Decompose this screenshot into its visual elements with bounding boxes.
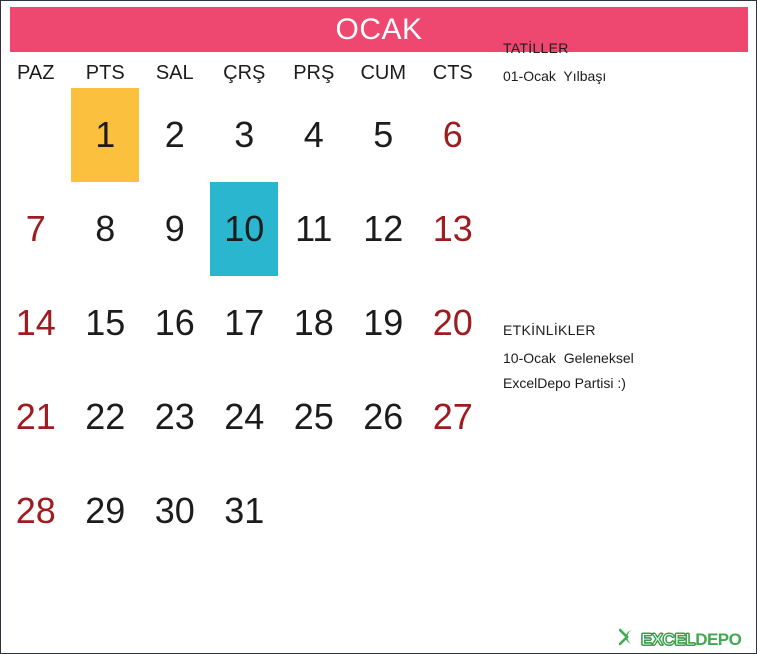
day-number: 21 [15, 396, 56, 437]
month-header-bar: OCAK [10, 7, 748, 52]
dow-sal: SAL [155, 61, 194, 84]
day-number: 19 [363, 302, 404, 343]
day-cell[interactable]: 12 [349, 182, 419, 276]
day-number: 5 [373, 114, 394, 155]
holidays-note-title: TATİLLER [503, 40, 569, 56]
day-number: 10 [224, 208, 265, 249]
holidays-note-line: 01-Ocak Yılbaşı [503, 68, 607, 85]
day-cell[interactable]: 16 [140, 276, 210, 370]
chevron-mark-icon [618, 628, 639, 651]
dow-prs: PRŞ [293, 61, 335, 84]
day-number: 14 [15, 302, 56, 343]
day-cell[interactable]: 31 [210, 464, 280, 558]
brand-logo: EXCEL DEPO [618, 628, 742, 651]
day-cell[interactable]: 21 [1, 370, 71, 464]
day-number: 1 [95, 114, 116, 155]
day-number: 6 [442, 114, 463, 155]
day-number: 29 [85, 490, 126, 531]
day-cell[interactable]: 3 [210, 88, 280, 182]
day-cell[interactable]: 24 [210, 370, 280, 464]
day-number: 30 [154, 490, 195, 531]
day-cell [1, 88, 71, 182]
day-number: 2 [164, 114, 185, 155]
day-cell[interactable]: 20 [418, 276, 488, 370]
day-cell[interactable]: 29 [71, 464, 141, 558]
day-cell[interactable]: 26 [349, 370, 419, 464]
day-number: 3 [234, 114, 255, 155]
day-cell[interactable]: 14 [1, 276, 71, 370]
calendar-week-row: 28 29 30 31 [1, 464, 488, 558]
day-number: 8 [95, 208, 116, 249]
day-number: 26 [363, 396, 404, 437]
day-number: 9 [164, 208, 185, 249]
day-cell [418, 464, 488, 558]
day-number: 27 [432, 396, 473, 437]
day-cell[interactable]: 15 [71, 276, 141, 370]
day-cell[interactable]: 4 [279, 88, 349, 182]
dow-crs: ÇRŞ [223, 61, 266, 84]
day-number: 31 [224, 490, 265, 531]
day-cell [349, 464, 419, 558]
day-cell[interactable]: 6 [418, 88, 488, 182]
day-cell[interactable]: 1 [71, 88, 141, 182]
day-cell[interactable]: 10 [210, 182, 280, 276]
dow-cum: CUM [360, 61, 407, 84]
day-cell [279, 464, 349, 558]
day-cell[interactable]: 19 [349, 276, 419, 370]
day-cell[interactable]: 27 [418, 370, 488, 464]
logo-text-depo: DEPO [695, 629, 742, 649]
holidays-note-block: TATİLLER 01-Ocak Yılbaşı [503, 40, 607, 89]
day-number: 17 [224, 302, 265, 343]
day-number: 4 [303, 114, 324, 155]
day-number: 16 [154, 302, 195, 343]
day-cell[interactable]: 9 [140, 182, 210, 276]
dow-cts: CTS [432, 61, 473, 84]
day-cell[interactable]: 8 [71, 182, 141, 276]
month-title: OCAK [335, 12, 423, 46]
day-number: 20 [432, 302, 473, 343]
day-cell[interactable]: 22 [71, 370, 141, 464]
calendar-grid: PAZ PTS SAL ÇRŞ PRŞ CUM CTS 1 2 3 4 5 6 … [1, 58, 488, 558]
day-number: 24 [224, 396, 265, 437]
events-note-line: 10-Ocak Geleneksel [503, 350, 634, 367]
day-number: 25 [293, 396, 334, 437]
day-number: 12 [363, 208, 404, 249]
dow-paz: PAZ [17, 61, 55, 84]
day-cell[interactable]: 2 [140, 88, 210, 182]
day-cell[interactable]: 28 [1, 464, 71, 558]
logo-text-excel: EXCEL [640, 629, 696, 649]
calendar-page: OCAK PAZ PTS SAL ÇRŞ PRŞ CUM CTS 1 2 3 4… [0, 0, 757, 654]
day-number: 7 [25, 208, 46, 249]
day-cell[interactable]: 7 [1, 182, 71, 276]
day-number: 11 [295, 208, 333, 249]
day-cell[interactable]: 11 [279, 182, 349, 276]
events-note-block: ETKİNLİKLER 10-Ocak Geleneksel ExcelDepo… [503, 322, 634, 395]
day-cell[interactable]: 13 [418, 182, 488, 276]
events-note-title: ETKİNLİKLER [503, 322, 596, 338]
calendar-week-row: 1 2 3 4 5 6 [1, 88, 488, 182]
day-of-week-row: PAZ PTS SAL ÇRŞ PRŞ CUM CTS [1, 58, 488, 88]
day-number: 23 [154, 396, 195, 437]
day-number: 22 [85, 396, 126, 437]
day-cell[interactable]: 5 [349, 88, 419, 182]
day-number: 18 [293, 302, 334, 343]
day-cell[interactable]: 25 [279, 370, 349, 464]
calendar-week-row: 21 22 23 24 25 26 27 [1, 370, 488, 464]
day-cell[interactable]: 30 [140, 464, 210, 558]
day-cell[interactable]: 17 [210, 276, 280, 370]
day-cell[interactable]: 18 [279, 276, 349, 370]
calendar-week-row: 14 15 16 17 18 19 20 [1, 276, 488, 370]
day-cell[interactable]: 23 [140, 370, 210, 464]
events-note-line: ExcelDepo Partisi :) [503, 374, 626, 391]
dow-pts: PTS [85, 61, 125, 84]
day-number: 13 [432, 208, 473, 249]
day-number: 15 [85, 302, 126, 343]
day-number: 28 [15, 490, 56, 531]
calendar-week-row: 7 8 9 10 11 12 13 [1, 182, 488, 276]
